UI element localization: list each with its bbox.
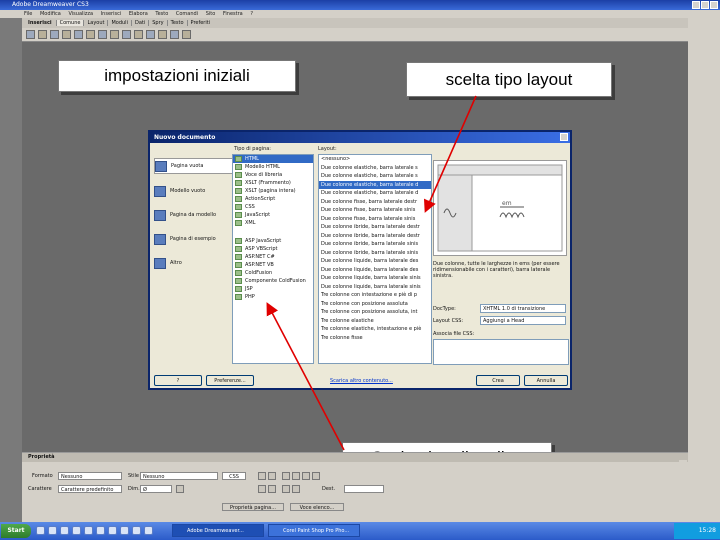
paint-icon[interactable] [132,526,141,535]
taskbar-item-paintshop[interactable]: Corel Paint Shop Pro Pho... [268,524,360,537]
system-tray: 15:28 [674,523,720,539]
annotation-arrows [266,95,477,451]
arrow-to-page-type-list [266,302,345,451]
quicklaunch-icon[interactable] [144,526,153,535]
start-button[interactable]: Start [1,524,31,538]
firefox-icon[interactable] [108,526,117,535]
taskbar: Start Adobe Dreamweaver... Corel Paint S… [0,522,720,540]
explorer-icon[interactable] [72,526,81,535]
arrow-to-layout-list [423,95,477,213]
taskbar-item-label: Adobe Dreamweaver... [187,528,244,534]
desktop-icon[interactable] [48,526,57,535]
taskbar-item-label: Corel Paint Shop Pro Pho... [283,528,350,534]
word-icon[interactable] [96,526,105,535]
ie-icon[interactable] [36,526,45,535]
folder-icon[interactable] [120,526,129,535]
clock: 15:28 [698,527,716,534]
media-player-icon[interactable] [60,526,69,535]
outlook-icon[interactable] [84,526,93,535]
taskbar-item-dreamweaver[interactable]: Adobe Dreamweaver... [172,524,264,537]
